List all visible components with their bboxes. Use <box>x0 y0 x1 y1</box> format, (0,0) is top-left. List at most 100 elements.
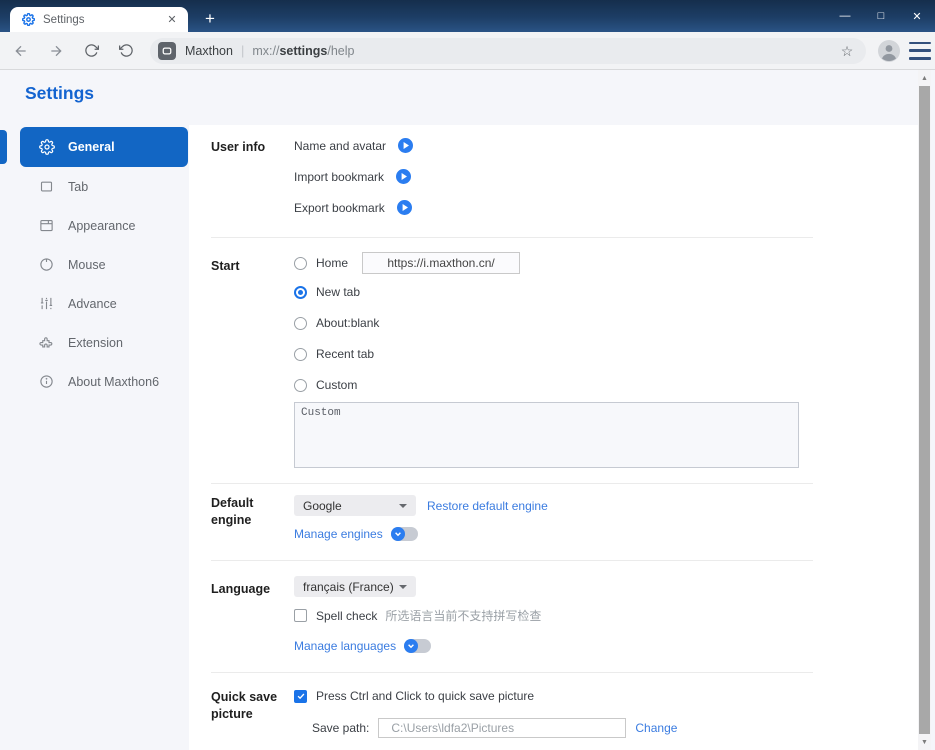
minimize-button[interactable]: — <box>827 0 863 32</box>
new-tab-button[interactable]: + <box>198 8 222 30</box>
undo-button[interactable] <box>112 37 140 65</box>
hamburger-menu-icon[interactable] <box>909 42 931 60</box>
mouse-icon <box>38 256 55 273</box>
chevron-down-icon <box>391 527 405 541</box>
arrow-right-icon <box>398 138 413 153</box>
radio-home-label: Home <box>316 256 348 270</box>
save-path-input[interactable] <box>378 718 626 738</box>
name-avatar-label: Name and avatar <box>294 139 386 153</box>
language-dropdown[interactable]: français (France) <box>294 576 416 597</box>
quick-save-checkbox[interactable] <box>294 690 307 703</box>
radio-custom-label: Custom <box>316 378 357 392</box>
change-path-link[interactable]: Change <box>635 721 677 735</box>
start-option-recent[interactable]: Recent tab <box>294 347 374 361</box>
radio-new-tab[interactable] <box>294 286 307 299</box>
sidebar-item-mouse[interactable]: Mouse <box>20 245 188 284</box>
refresh-button[interactable] <box>77 37 105 65</box>
spell-check-label: Spell check <box>316 609 377 623</box>
export-bookmark-go-button[interactable] <box>397 200 412 215</box>
forward-arrow-icon <box>48 43 64 59</box>
default-engine-label: Default engine <box>211 495 271 529</box>
back-button[interactable] <box>7 37 35 65</box>
quick-save-label: Quick save picture <box>211 689 281 723</box>
address-bar[interactable]: Maxthon | mx://settings/help ☆ <box>150 38 866 64</box>
restore-engine-link[interactable]: Restore default engine <box>427 499 548 513</box>
divider <box>211 237 813 238</box>
avatar-icon <box>877 39 901 63</box>
check-icon <box>296 691 306 701</box>
gear-icon <box>22 13 35 26</box>
selected-indicator <box>0 130 7 164</box>
manage-engines-toggle[interactable] <box>391 527 418 541</box>
arrow-right-icon <box>396 169 411 184</box>
settings-page: Settings General Tab Appearance <box>0 70 935 750</box>
sidebar-item-tab[interactable]: Tab <box>20 167 188 206</box>
scroll-up-arrow[interactable]: ▲ <box>918 71 931 85</box>
spell-check-checkbox[interactable] <box>294 609 307 622</box>
sidebar-item-extension[interactable]: Extension <box>20 323 188 362</box>
start-option-aboutblank[interactable]: About:blank <box>294 316 379 330</box>
sidebar-item-general[interactable]: General <box>20 127 188 167</box>
scrollbar[interactable]: ▲ ▼ <box>918 70 931 750</box>
forward-button[interactable] <box>42 37 70 65</box>
quick-save-checkbox-label: Press Ctrl and Click to quick save pictu… <box>316 689 534 703</box>
radio-recent-tab[interactable] <box>294 348 307 361</box>
radio-custom[interactable] <box>294 379 307 392</box>
sidebar-item-label: General <box>68 140 115 154</box>
undo-icon <box>119 43 134 58</box>
user-info-row: Export bookmark <box>294 200 412 215</box>
sidebar-item-appearance[interactable]: Appearance <box>20 206 188 245</box>
language-row: français (France) <box>294 576 416 597</box>
arrow-right-icon <box>397 200 412 215</box>
start-option-newtab[interactable]: New tab <box>294 285 360 299</box>
engine-dropdown[interactable]: Google <box>294 495 416 516</box>
window-icon <box>38 217 55 234</box>
import-bookmark-go-button[interactable] <box>396 169 411 184</box>
profile-avatar[interactable] <box>877 39 901 63</box>
toolbar: Maxthon | mx://settings/help ☆ <box>0 32 935 70</box>
radio-about-blank[interactable] <box>294 317 307 330</box>
close-button[interactable]: ✕ <box>899 0 935 32</box>
manage-languages-link[interactable]: Manage languages <box>294 639 396 653</box>
scroll-down-arrow[interactable]: ▼ <box>918 735 931 749</box>
divider <box>211 483 813 484</box>
home-url-input[interactable] <box>362 252 520 274</box>
settings-panel: User info Name and avatar Import bookmar… <box>189 125 918 750</box>
tab-close-button[interactable]: ✕ <box>164 12 180 28</box>
custom-url-textarea[interactable]: Custom <box>294 402 799 468</box>
sidebar-item-about[interactable]: About Maxthon6 <box>20 362 188 401</box>
sidebar-item-label: Tab <box>68 180 88 194</box>
spell-check-row[interactable]: Spell check 所选语言当前不支持拼写检查 <box>294 607 541 624</box>
puzzle-icon <box>38 334 55 351</box>
import-bookmark-label: Import bookmark <box>294 170 384 184</box>
default-engine-row: Google Restore default engine <box>294 495 548 516</box>
radio-home[interactable] <box>294 257 307 270</box>
browser-window: Settings ✕ + — □ ✕ Maxthon | mx: <box>0 0 935 750</box>
manage-languages-toggle[interactable] <box>404 639 431 653</box>
sidebar-item-advance[interactable]: Advance <box>20 284 188 323</box>
refresh-icon <box>84 43 99 58</box>
bookmark-star-icon[interactable]: ☆ <box>838 42 856 60</box>
tab-settings[interactable]: Settings ✕ <box>10 7 188 32</box>
radio-recent-tab-label: Recent tab <box>316 347 374 361</box>
quick-save-checkbox-row[interactable]: Press Ctrl and Click to quick save pictu… <box>294 689 534 703</box>
start-label: Start <box>211 258 239 275</box>
manage-engines-row: Manage engines <box>294 527 418 541</box>
divider <box>211 672 813 673</box>
info-icon <box>38 373 55 390</box>
manage-engines-link[interactable]: Manage engines <box>294 527 383 541</box>
user-info-row: Name and avatar <box>294 138 413 153</box>
maximize-button[interactable]: □ <box>863 0 899 32</box>
gear-icon <box>38 139 55 156</box>
divider <box>211 560 813 561</box>
start-option-custom[interactable]: Custom <box>294 378 357 392</box>
back-arrow-icon <box>13 43 29 59</box>
chevron-down-icon <box>404 639 418 653</box>
sidebar-item-label: About Maxthon6 <box>68 375 159 389</box>
maxthon-logo-icon <box>158 42 176 60</box>
scrollbar-thumb[interactable] <box>919 86 930 734</box>
sidebar-item-label: Extension <box>68 336 123 350</box>
name-avatar-go-button[interactable] <box>398 138 413 153</box>
chevron-down-icon <box>399 585 407 589</box>
start-option-home[interactable]: Home <box>294 252 520 274</box>
